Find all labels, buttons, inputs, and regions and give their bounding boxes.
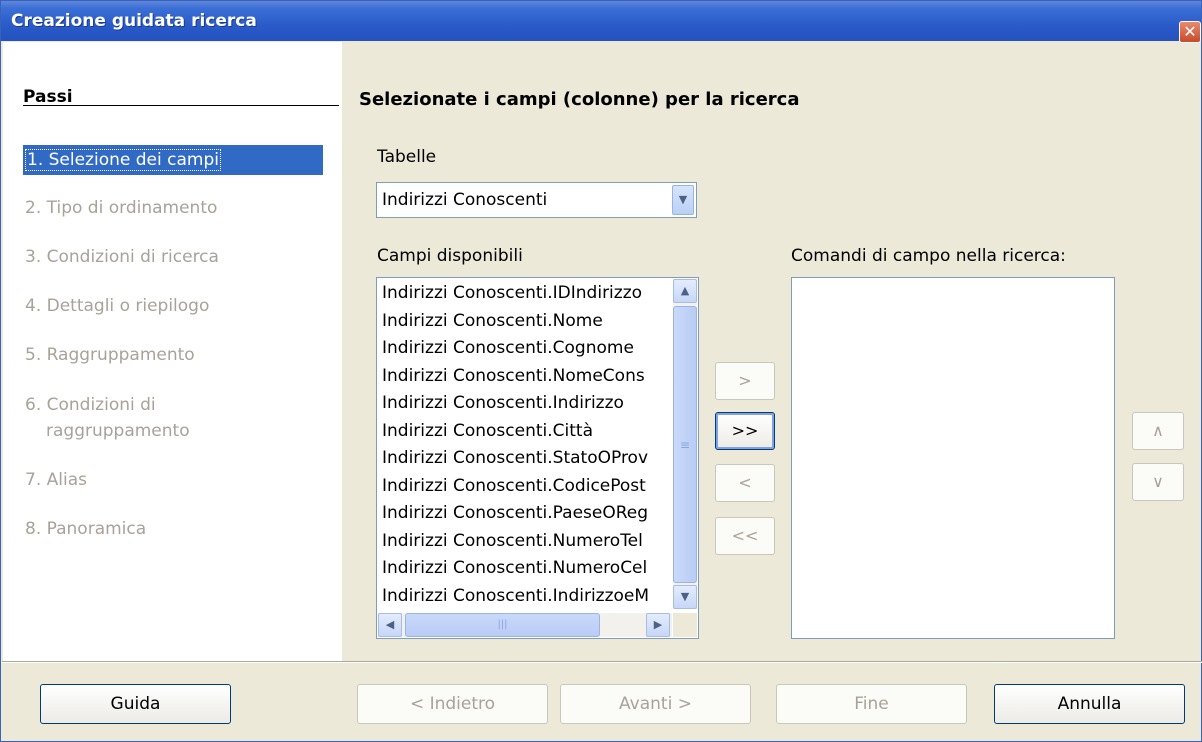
list-item[interactable]: Indirizzi Conoscenti.Città — [377, 418, 671, 446]
remove-field-button[interactable]: < — [715, 464, 775, 502]
available-fields-items: Indirizzi Conoscenti.IDIndirizzo Indiriz… — [377, 280, 671, 610]
move-down-button[interactable]: ∨ — [1132, 463, 1184, 501]
step-item-label: 1. Selezione dei campi — [25, 149, 221, 171]
step-item-overview: 8. Panoramica — [25, 519, 147, 539]
tables-select[interactable]: Indirizzi Conoscenti ▼ — [376, 182, 697, 218]
scrollbar-thumb[interactable]: ||| — [405, 613, 600, 637]
step-item-search-conditions: 3. Condizioni di ricerca — [25, 247, 219, 267]
remove-all-fields-button[interactable]: << — [715, 517, 775, 555]
list-item[interactable]: Indirizzi Conoscenti.StatoOProv — [377, 445, 671, 473]
wizard-dialog: Creazione guidata ricerca ✕ Passi 1. Sel… — [0, 0, 1202, 742]
scrollbar-corner — [673, 613, 697, 637]
add-field-button[interactable]: > — [715, 362, 775, 400]
next-button[interactable]: Avanti > — [560, 684, 751, 724]
window-title: Creazione guidata ricerca — [11, 11, 257, 31]
chevron-up-icon[interactable]: ▲ — [673, 279, 697, 303]
footer-divider — [2, 661, 1202, 663]
list-item[interactable]: Indirizzi Conoscenti.Nome — [377, 308, 671, 336]
step-item-label-line2: raggruppamento — [46, 421, 190, 441]
scrollbar-thumb[interactable]: ≡ — [673, 306, 697, 583]
title-bar[interactable]: Creazione guidata ricerca ✕ — [1, 1, 1201, 43]
list-item[interactable]: Indirizzi Conoscenti.Indirizzo — [377, 390, 671, 418]
list-item[interactable]: Indirizzi Conoscenti.IndirizzoeM — [377, 583, 671, 611]
tables-label: Tabelle — [377, 147, 437, 167]
list-item[interactable]: Indirizzi Conoscenti.PaeseOReg — [377, 500, 671, 528]
list-item[interactable]: Indirizzi Conoscenti.NumeroCel — [377, 555, 671, 583]
close-button[interactable]: ✕ — [1179, 21, 1201, 43]
chevron-down-icon[interactable]: ▼ — [672, 185, 694, 215]
step-item-label: 6. Condizioni di — [25, 395, 156, 415]
steps-header: Passi — [23, 87, 73, 107]
steps-header-divider — [23, 105, 339, 106]
selected-fields-list[interactable] — [791, 277, 1115, 639]
step-item-details-summary: 4. Dettagli o riepilogo — [25, 296, 210, 316]
finish-button[interactable]: Fine — [776, 684, 967, 724]
vertical-scrollbar[interactable]: ▲ ≡ ▼ — [673, 279, 697, 609]
selected-fields-label: Comandi di campo nella ricerca: — [791, 246, 1066, 266]
page-title: Selezionate i campi (colonne) per la ric… — [359, 89, 800, 110]
available-fields-list[interactable]: Indirizzi Conoscenti.IDIndirizzo Indiriz… — [376, 277, 699, 639]
list-item[interactable]: Indirizzi Conoscenti.NomeCons — [377, 363, 671, 391]
step-item-grouping: 5. Raggruppamento — [25, 345, 195, 365]
list-item[interactable]: Indirizzi Conoscenti.IDIndirizzo — [377, 280, 671, 308]
back-button[interactable]: < Indietro — [357, 684, 548, 724]
cancel-button[interactable]: Annulla — [994, 684, 1185, 724]
move-up-button[interactable]: ∧ — [1132, 412, 1184, 450]
add-all-fields-button[interactable]: >> — [715, 412, 775, 450]
step-item-grouping-conditions: 6. Condizioni di raggruppamento — [23, 395, 323, 441]
horizontal-scrollbar[interactable]: ◀ ||| ▶ — [378, 613, 672, 637]
step-item-select-fields[interactable]: 1. Selezione dei campi — [23, 145, 323, 175]
tables-select-value: Indirizzi Conoscenti — [382, 190, 548, 210]
step-item-alias: 7. Alias — [25, 470, 87, 490]
available-fields-label: Campi disponibili — [377, 246, 523, 266]
list-item[interactable]: Indirizzi Conoscenti.Cognome — [377, 335, 671, 363]
close-icon: ✕ — [1183, 22, 1197, 41]
list-item[interactable]: Indirizzi Conoscenti.CodicePost — [377, 473, 671, 501]
list-item[interactable]: Indirizzi Conoscenti.NumeroTel — [377, 528, 671, 556]
chevron-right-icon[interactable]: ▶ — [646, 613, 670, 637]
help-button[interactable]: Guida — [40, 684, 231, 724]
chevron-down-icon[interactable]: ▼ — [673, 585, 697, 609]
step-item-sort-order: 2. Tipo di ordinamento — [25, 198, 218, 218]
chevron-left-icon[interactable]: ◀ — [378, 613, 402, 637]
